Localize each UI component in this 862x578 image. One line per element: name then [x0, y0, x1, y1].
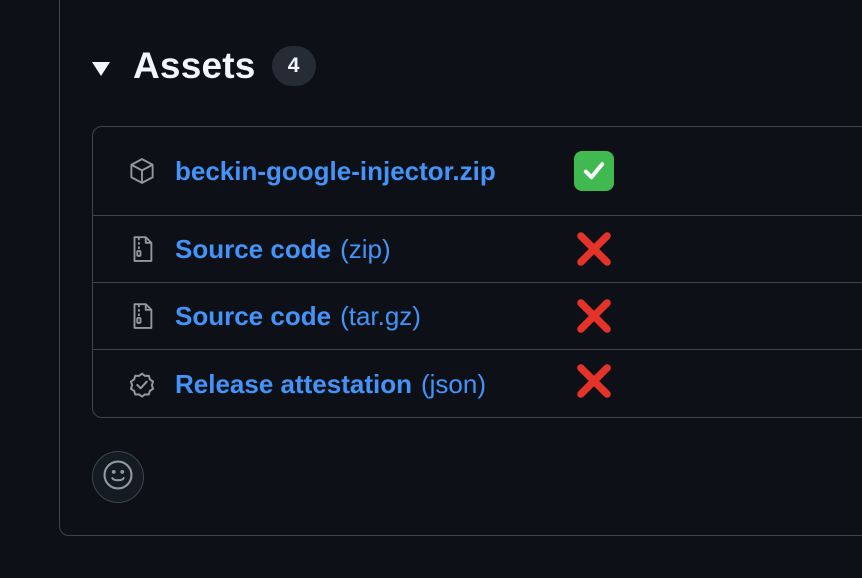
verified-icon [126, 369, 158, 401]
file-zip-icon [126, 233, 158, 265]
cross-mark-icon [573, 228, 615, 270]
package-icon [126, 155, 158, 187]
assets-header[interactable]: Assets 4 [92, 42, 316, 90]
cross-mark-icon [573, 295, 615, 337]
check-mark-icon [573, 150, 615, 192]
assets-title: Assets [133, 45, 256, 86]
assets-list: beckin-google-injector.zip Source code (z… [92, 126, 862, 418]
asset-row: Source code (tar.gz) [93, 282, 862, 349]
asset-link[interactable]: Source code (zip) [175, 234, 391, 265]
add-reaction-button[interactable] [92, 451, 144, 503]
asset-row: beckin-google-injector.zip [93, 127, 862, 215]
asset-row: Source code (zip) [93, 215, 862, 282]
asset-row: Release attestation (json) [93, 349, 862, 417]
file-zip-icon [126, 300, 158, 332]
cross-mark-icon [573, 360, 615, 402]
triangle-down-icon[interactable] [92, 62, 110, 76]
assets-count-badge: 4 [271, 46, 316, 86]
asset-link[interactable]: beckin-google-injector.zip [175, 156, 496, 187]
asset-link[interactable]: Release attestation (json) [175, 369, 486, 400]
asset-link[interactable]: Source code (tar.gz) [175, 301, 421, 332]
smiley-icon [101, 458, 135, 497]
